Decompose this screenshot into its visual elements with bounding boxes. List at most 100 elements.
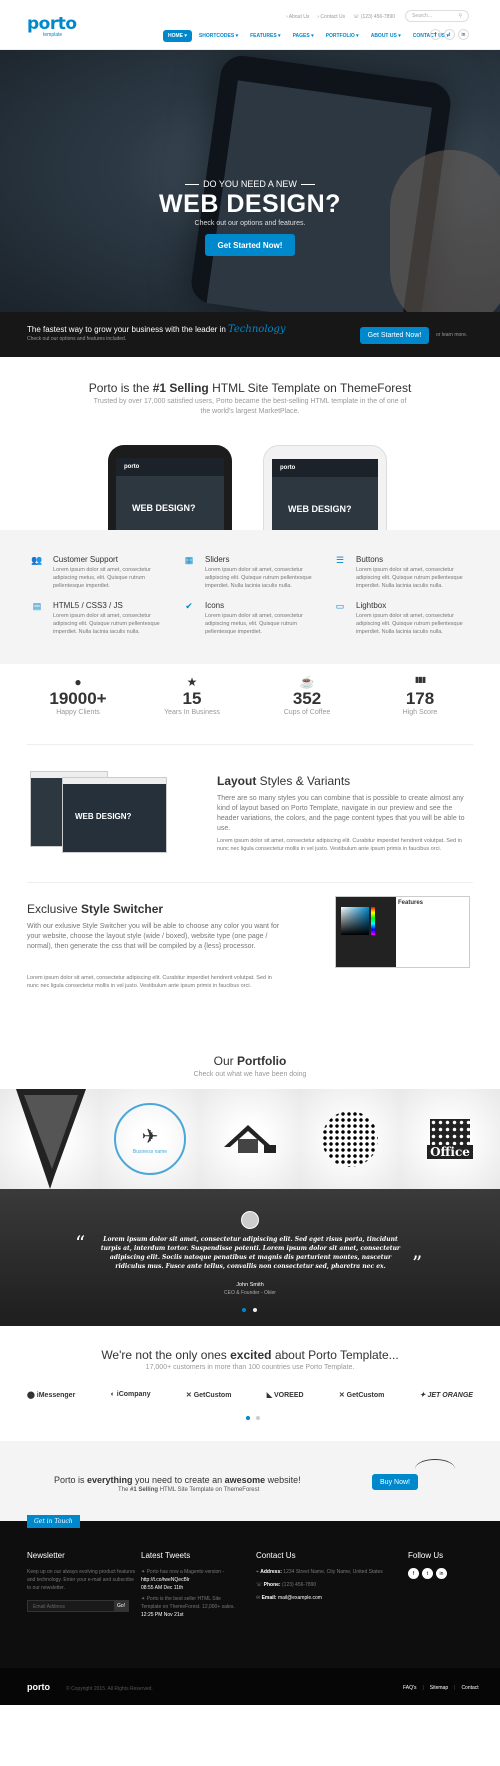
star-icon: ★ bbox=[186, 675, 198, 689]
footer-logo[interactable]: porto bbox=[27, 1682, 50, 1692]
portfolio-item[interactable]: ✈ Business name bbox=[100, 1089, 200, 1189]
airplane-icon: ✈ bbox=[141, 1125, 159, 1148]
pager-dot[interactable] bbox=[253, 1308, 257, 1312]
layout-preview-wide: WEB DESIGN? bbox=[62, 777, 167, 853]
footer-contact: Contact Us ⌖ Address: 1234 Street Name, … bbox=[256, 1551, 391, 1602]
buy-now-button[interactable]: Buy Now! bbox=[372, 1474, 418, 1490]
learn-more-link[interactable]: or learn more. bbox=[436, 332, 467, 338]
linkedin-icon[interactable]: in bbox=[458, 29, 469, 40]
style-switcher-image: Features bbox=[335, 896, 470, 968]
cta-script-word: Technology bbox=[228, 324, 286, 335]
stat-years: ★ 15 Years In Business bbox=[142, 675, 242, 716]
twitter-icon[interactable]: t bbox=[422, 1568, 433, 1579]
footer-heading: Follow Us bbox=[408, 1551, 444, 1560]
search-input[interactable]: Search... ⚲ bbox=[405, 10, 469, 22]
contact-link[interactable]: Contact bbox=[461, 1685, 478, 1691]
newsletter-email-input[interactable]: Email Address Go! bbox=[27, 1600, 129, 1612]
nav-shortcodes[interactable]: SHORTCODES ▾ bbox=[194, 30, 243, 42]
check-icon: ✔ bbox=[185, 601, 193, 611]
intro-section: Porto is the #1 Selling HTML Site Templa… bbox=[0, 357, 500, 422]
testimonial-quote: Lorem ipsum dolor sit amet, consectetur … bbox=[100, 1236, 401, 1270]
cta-get-started-button[interactable]: Get Started Now! bbox=[360, 327, 429, 344]
facebook-icon[interactable]: f bbox=[408, 1568, 419, 1579]
clients-pager bbox=[246, 1416, 260, 1420]
footer-follow: Follow Us f t in bbox=[408, 1551, 468, 1579]
stat-value: 15 bbox=[182, 689, 202, 708]
facebook-icon[interactable]: f bbox=[430, 29, 441, 40]
portfolio-item[interactable]: Office bbox=[400, 1089, 500, 1189]
footer-social: f t in bbox=[408, 1568, 468, 1579]
client-logo: ⬤ iMessenger bbox=[27, 1392, 76, 1399]
nav-about-us[interactable]: ABOUT US ▾ bbox=[366, 30, 406, 42]
cta-subtext: Check out our options and features inclu… bbox=[27, 336, 127, 342]
feature-text: Lorem ipsum dolor sit amet, consectetur … bbox=[53, 567, 151, 589]
pager-dot[interactable] bbox=[242, 1308, 246, 1312]
switcher-features-label: Features bbox=[398, 900, 424, 906]
feature-text: Lorem ipsum dolor sit amet, consectetur … bbox=[53, 613, 160, 635]
switcher-text: With our exlusive Style Switcher you wil… bbox=[27, 923, 280, 950]
dotted-globe-icon bbox=[322, 1111, 378, 1167]
search-icon[interactable]: ⚲ bbox=[458, 13, 462, 19]
site-logo[interactable]: porto template bbox=[27, 16, 77, 39]
buy-subtitle: The #1 Selling HTML Site Template on The… bbox=[118, 1487, 260, 1493]
portfolio-item[interactable] bbox=[200, 1089, 300, 1189]
nav-home[interactable]: HOME ▾ bbox=[163, 30, 192, 42]
main-nav: HOME ▾ SHORTCODES ▾ FEATURES ▾ PAGES ▾ P… bbox=[163, 30, 454, 42]
layout-text: There are so many styles you can combine… bbox=[217, 795, 465, 832]
hero-title: WEB DESIGN? bbox=[159, 190, 341, 218]
footer-heading: Latest Tweets bbox=[141, 1551, 191, 1560]
page: porto template › About Us › Contact Us ☏… bbox=[0, 0, 500, 1705]
portfolio-grid: ✈ Business name Office bbox=[0, 1089, 500, 1189]
newsletter-go-button[interactable]: Go! bbox=[114, 1601, 128, 1611]
avatar bbox=[241, 1211, 259, 1229]
phone-link[interactable]: ☏ (123) 456-7890 bbox=[353, 14, 395, 20]
nav-features[interactable]: FEATURES ▾ bbox=[245, 30, 285, 42]
pager-dot[interactable] bbox=[256, 1416, 260, 1420]
layout-title: Layout Styles & Variants bbox=[217, 774, 351, 788]
about-us-link[interactable]: › About Us bbox=[286, 14, 309, 20]
portfolio-subtitle: Check out what we have been doing bbox=[193, 1071, 307, 1078]
nav-portfolio[interactable]: PORTFOLIO ▾ bbox=[321, 30, 364, 42]
black-phone-image: porto WEB DESIGN? bbox=[108, 445, 232, 530]
stat-value: 178 bbox=[405, 689, 435, 708]
tweet-link[interactable]: http://t.co/tweNQecBlr bbox=[141, 1576, 241, 1584]
clients-section: We're not the only ones excited about Po… bbox=[0, 1326, 500, 1441]
client-logo: ◐ iCompany bbox=[110, 1391, 151, 1398]
phone-headline: WEB DESIGN? bbox=[288, 504, 352, 514]
newsletter-text: Keep up on our always evolving product f… bbox=[27, 1569, 136, 1591]
portfolio-item[interactable] bbox=[300, 1089, 400, 1189]
phones-showcase: porto WEB DESIGN? porto WEB DESIGN? bbox=[0, 422, 500, 530]
site-header: porto template › About Us › Contact Us ☏… bbox=[0, 0, 500, 50]
contact-us-link[interactable]: › Contact Us bbox=[317, 14, 345, 20]
cta-text: The fastest way to grow your business wi… bbox=[27, 324, 286, 335]
contact-email: ✉ Email: mail@example.com bbox=[256, 1595, 322, 1601]
hero-slider: DO YOU NEED A NEW WEB DESIGN? Check out … bbox=[0, 50, 500, 312]
stat-label: Cups of Coffee bbox=[283, 709, 331, 716]
nav-pages[interactable]: PAGES ▾ bbox=[288, 30, 319, 42]
twitter-icon[interactable]: t bbox=[444, 29, 455, 40]
file-icon: ▤ bbox=[32, 601, 42, 611]
portfolio-item[interactable] bbox=[0, 1089, 100, 1189]
phone-logo: porto bbox=[124, 464, 140, 470]
layout-section: WEB DESIGN? Layout Styles & Variants The… bbox=[0, 749, 500, 884]
testimonial-author: John Smith bbox=[236, 1282, 264, 1288]
faq-link[interactable]: FAQ's bbox=[403, 1685, 416, 1691]
quote-close-icon: ” bbox=[412, 1251, 423, 1275]
linkedin-icon[interactable]: in bbox=[436, 1568, 447, 1579]
email-link[interactable]: mail@example.com bbox=[278, 1595, 322, 1601]
stat-value: 352 bbox=[292, 689, 322, 708]
pager-dot[interactable] bbox=[246, 1416, 250, 1420]
hero-get-started-button[interactable]: Get Started Now! bbox=[205, 234, 295, 256]
tweet-time: 08:55 AM Dec 11th bbox=[141, 1585, 184, 1591]
coffee-icon: ☕ bbox=[299, 675, 315, 689]
client-logos: ⬤ iMessenger ◐ iCompany ✕ GetCustom ◣ VO… bbox=[27, 1391, 473, 1399]
site-footer: Get in Touch Newsletter Keep up on our a… bbox=[0, 1515, 500, 1668]
user-icon: ● bbox=[74, 675, 82, 689]
intro-title: Porto is the #1 Selling HTML Site Templa… bbox=[88, 381, 412, 395]
header-social: f t in bbox=[430, 29, 469, 40]
business-name-label: Business name bbox=[132, 1148, 168, 1155]
sitemap-link[interactable]: Sitemap bbox=[430, 1685, 448, 1691]
hero-hand-image bbox=[390, 150, 500, 312]
bars-icon: ☰ bbox=[335, 555, 345, 565]
search-placeholder: Search... bbox=[412, 13, 433, 19]
